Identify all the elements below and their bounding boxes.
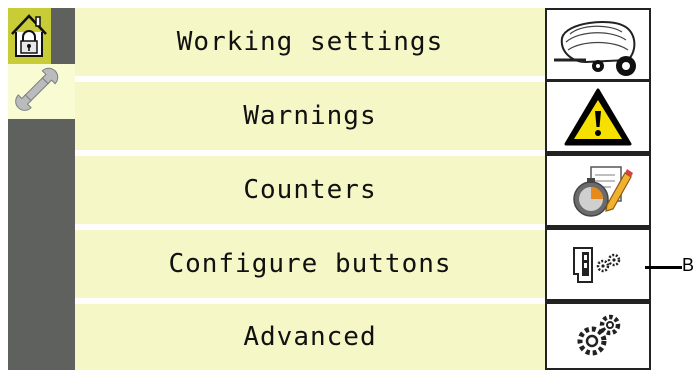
tools-tab[interactable] xyxy=(8,64,75,119)
menu-item-label: Advanced xyxy=(243,322,377,352)
menu-item-working-settings[interactable]: Working settings xyxy=(75,8,545,79)
menu-item-warnings[interactable]: Warnings xyxy=(75,82,545,153)
configure-buttons-icon xyxy=(573,246,621,283)
baler-icon xyxy=(554,20,636,76)
callout-label: B xyxy=(682,255,695,275)
stopwatch-icon xyxy=(573,165,633,217)
wrench-icon xyxy=(15,67,59,111)
warning-icon xyxy=(564,88,632,145)
home-tab[interactable] xyxy=(8,8,51,64)
menu-item-label: Warnings xyxy=(243,101,377,131)
callout-line xyxy=(645,266,682,269)
locked-home-icon xyxy=(11,14,47,57)
menu-item-label: Working settings xyxy=(176,27,444,57)
menu-item-label: Counters xyxy=(243,175,377,205)
menu-item-configure-buttons[interactable]: Configure buttons xyxy=(75,230,545,301)
advanced-icon-button[interactable] xyxy=(547,304,649,368)
working-settings-icon-button[interactable] xyxy=(547,10,649,79)
counters-icon-button[interactable] xyxy=(547,156,649,225)
warnings-icon-button[interactable] xyxy=(547,82,649,151)
gears-icon xyxy=(577,314,621,356)
menu-item-advanced[interactable]: Advanced xyxy=(75,304,545,370)
menu-item-counters[interactable]: Counters xyxy=(75,156,545,227)
configure-buttons-icon-button[interactable] xyxy=(547,230,649,299)
menu-item-label: Configure buttons xyxy=(168,249,452,279)
